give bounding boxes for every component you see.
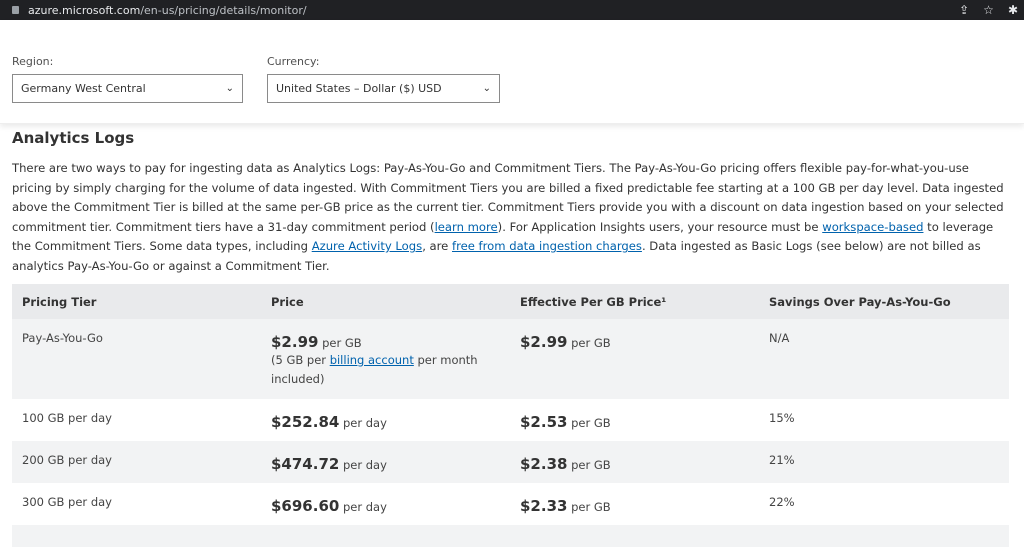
tier-name: Pay-As-You-Go [12, 319, 261, 399]
table-row: 100 GB per day $252.84 per day $2.53 per… [12, 399, 1009, 441]
free-ingestion-link[interactable]: free from data ingestion charges [452, 239, 642, 253]
savings: N/A [759, 319, 1009, 399]
col-pricing-tier: Pricing Tier [12, 284, 261, 319]
effective-price: $2.99 [520, 333, 568, 351]
url-path: /en-us/pricing/details/monitor/ [140, 3, 307, 17]
extensions-icon[interactable]: ✱ [1008, 3, 1018, 17]
table-row: Pay-As-You-Go $2.99 per GB (5 GB per bil… [12, 319, 1009, 399]
effective-unit: per GB [571, 336, 611, 350]
price-unit: per day [342, 500, 387, 514]
text: , are [422, 239, 452, 253]
price: $2.99 [271, 333, 319, 351]
savings: 21% [759, 441, 1009, 483]
pricing-table: Pricing Tier Price Effective Per GB Pric… [12, 284, 1009, 547]
price: $474.72 [271, 455, 340, 473]
billing-account-link[interactable]: billing account [330, 353, 414, 367]
effective-price: $2.38 [520, 455, 568, 473]
effective-unit: per GB [571, 500, 611, 514]
table-header: Pricing Tier Price Effective Per GB Pric… [12, 284, 1009, 319]
share-icon[interactable]: ⇪ [959, 3, 969, 17]
price: $252.84 [271, 413, 340, 431]
lock-icon [12, 6, 19, 14]
pricing-filters: Region: Germany West Central ⌄ Currency: … [0, 20, 1024, 124]
col-price: Price [261, 284, 510, 319]
bookmark-star-icon[interactable]: ☆ [983, 3, 994, 17]
table-row: 300 GB per day $696.60 per day $2.33 per… [12, 483, 1009, 525]
region-label: Region: [12, 55, 54, 68]
tier-name: 300 GB per day [22, 495, 112, 509]
table-row: 200 GB per day $474.72 per day $2.38 per… [12, 441, 1009, 483]
workspace-based-link[interactable]: workspace-based [822, 220, 923, 234]
currency-value: United States – Dollar ($) USD [276, 82, 442, 95]
chevron-down-icon: ⌄ [225, 83, 234, 94]
effective-unit: per GB [571, 416, 611, 430]
chevron-down-icon: ⌄ [482, 83, 491, 94]
section-title: Analytics Logs [12, 129, 135, 147]
browser-address-bar[interactable]: azure.microsoft.com/en-us/pricing/detail… [0, 0, 1024, 20]
note-text: (5 GB per [271, 353, 330, 367]
currency-select[interactable]: United States – Dollar ($) USD ⌄ [267, 74, 500, 103]
tier-name: 200 GB per day [12, 441, 261, 483]
section-description: There are two ways to pay for ingesting … [12, 159, 1012, 276]
price: $696.60 [271, 497, 340, 515]
text: ). For Application Insights users, your … [497, 219, 823, 234]
region-value: Germany West Central [21, 82, 146, 95]
tier-name: 100 GB per day [22, 411, 112, 425]
effective-unit: per GB [571, 458, 611, 472]
price-unit: per GB [322, 336, 362, 350]
effective-price: $2.33 [520, 497, 568, 515]
savings: 15% [769, 411, 795, 425]
table-row [12, 525, 1009, 547]
learn-more-link[interactable]: learn more [435, 220, 498, 234]
col-savings: Savings Over Pay-As-You-Go [759, 284, 1009, 319]
effective-price: $2.53 [520, 413, 568, 431]
currency-label: Currency: [267, 55, 320, 68]
price-unit: per day [342, 416, 387, 430]
url-host: azure.microsoft.com [28, 3, 141, 17]
price-unit: per day [342, 458, 387, 472]
savings: 22% [769, 495, 795, 509]
col-effective-price: Effective Per GB Price¹ [510, 284, 759, 319]
azure-activity-logs-link[interactable]: Azure Activity Logs [312, 239, 423, 253]
region-select[interactable]: Germany West Central ⌄ [12, 74, 243, 103]
